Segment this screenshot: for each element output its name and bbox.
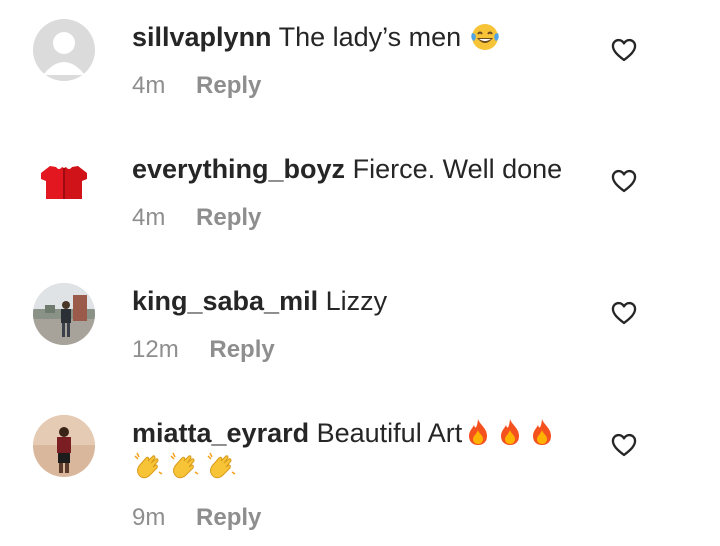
- red-shirts-avatar-icon: [33, 151, 95, 213]
- comment-emoji-line: [132, 450, 237, 484]
- comment-text-line: everything_boyz Fierce. Well done: [132, 152, 592, 186]
- fire-icon: [494, 417, 526, 447]
- heart-outline-icon: [611, 301, 637, 325]
- comment-username[interactable]: everything_boyz: [132, 154, 345, 184]
- comment-username[interactable]: king_saba_mil: [132, 286, 318, 316]
- comment-body: Beautiful Art: [316, 418, 463, 448]
- comment-body: Fierce. Well done: [352, 154, 563, 184]
- comment-meta: 4m Reply: [132, 72, 261, 100]
- like-button[interactable]: [610, 36, 638, 64]
- like-button[interactable]: [610, 431, 638, 459]
- comment-timestamp: 9m: [132, 504, 166, 531]
- comment-timestamp: 12m: [132, 336, 179, 363]
- comment-text-line: miatta_eyrard Beautiful Art: [132, 416, 592, 450]
- comment-meta: 12m Reply: [132, 336, 275, 364]
- comment-text-line: sillvaplynn The lady’s men: [132, 20, 592, 54]
- reply-button[interactable]: Reply: [196, 504, 261, 531]
- comment-body: Lizzy: [325, 286, 388, 316]
- heart-outline-icon: [611, 169, 637, 193]
- comment-meta: 4m Reply: [132, 204, 261, 232]
- fire-icon: [462, 417, 494, 447]
- like-button[interactable]: [610, 299, 638, 327]
- face-with-tears-of-joy-icon: [469, 21, 501, 51]
- comment-username[interactable]: miatta_eyrard: [132, 418, 309, 448]
- reply-button[interactable]: Reply: [196, 204, 261, 231]
- reply-button[interactable]: Reply: [196, 72, 261, 99]
- comment-body: The lady’s men: [278, 22, 462, 52]
- person-outdoors-avatar-icon: [33, 283, 95, 345]
- comment-meta: 9m Reply: [132, 504, 261, 532]
- avatar[interactable]: [33, 283, 95, 345]
- reply-button[interactable]: Reply: [209, 336, 274, 363]
- heart-outline-icon: [611, 38, 637, 62]
- clapping-hands-icon: [205, 450, 237, 480]
- comment-timestamp: 4m: [132, 204, 166, 231]
- avatar[interactable]: [33, 19, 95, 81]
- avatar[interactable]: [33, 151, 95, 213]
- like-button[interactable]: [610, 167, 638, 195]
- clapping-hands-icon: [132, 450, 164, 480]
- avatar[interactable]: [33, 415, 95, 477]
- comment-timestamp: 4m: [132, 72, 166, 99]
- comment-text-line: king_saba_mil Lizzy: [132, 284, 592, 318]
- default-avatar-icon: [33, 19, 95, 81]
- fire-icon: [526, 417, 558, 447]
- clapping-hands-icon: [168, 450, 200, 480]
- heart-outline-icon: [611, 433, 637, 457]
- comment-username[interactable]: sillvaplynn: [132, 22, 272, 52]
- person-indoors-avatar-icon: [33, 415, 95, 477]
